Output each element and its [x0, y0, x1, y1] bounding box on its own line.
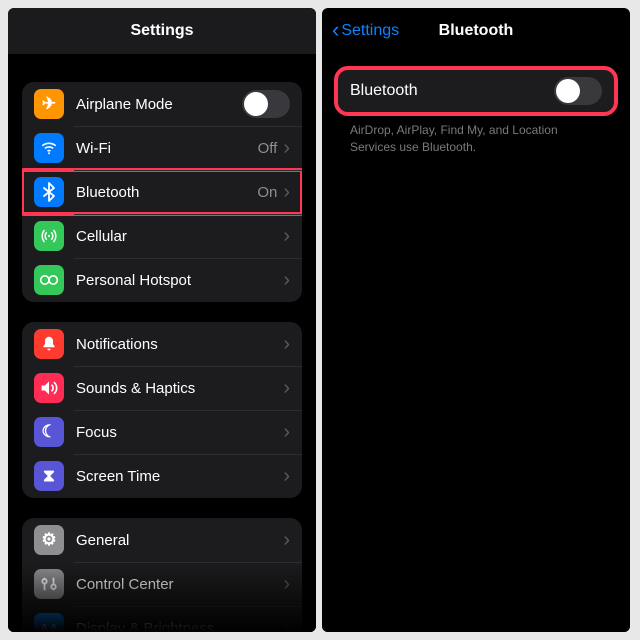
- row-value: On: [257, 184, 277, 201]
- settings-group: Notifications›Sounds & Haptics›☾Focus›⧗S…: [22, 322, 302, 498]
- settings-row-focus[interactable]: ☾ Focus›: [22, 410, 302, 454]
- settings-row-screen-time[interactable]: ⧗ Screen Time›: [22, 454, 302, 498]
- settings-header: Settings: [8, 8, 316, 54]
- row-label: Bluetooth: [76, 184, 257, 201]
- back-label: Settings: [341, 22, 399, 40]
- row-label: General: [76, 532, 283, 549]
- row-label: Screen Time: [76, 468, 283, 485]
- notifications-icon: [34, 329, 64, 359]
- settings-list[interactable]: ✈Airplane ModeWi-FiOff›BluetoothOn›Cellu…: [8, 54, 316, 632]
- settings-row-personal-hotspot[interactable]: Personal Hotspot›: [22, 258, 302, 302]
- chevron-right-icon: ›: [283, 334, 290, 354]
- bluetooth-row-label: Bluetooth: [350, 82, 554, 100]
- cellular-icon: [34, 221, 64, 251]
- settings-row-control-center[interactable]: Control Center›: [22, 562, 302, 606]
- wifi-icon: [34, 133, 64, 163]
- settings-row-notifications[interactable]: Notifications›: [22, 322, 302, 366]
- chevron-left-icon: ‹: [332, 19, 339, 41]
- settings-row-airplane-mode[interactable]: ✈ Airplane Mode: [22, 82, 302, 126]
- bluetooth-screen: ‹ Settings Bluetooth Bluetooth AirDrop, …: [322, 8, 630, 632]
- chevron-right-icon: ›: [283, 270, 290, 290]
- chevron-right-icon: ›: [283, 466, 290, 486]
- airplane-icon: ✈: [34, 89, 64, 119]
- toggle[interactable]: [242, 90, 290, 118]
- chevron-right-icon: ›: [283, 378, 290, 398]
- row-value: Off: [258, 140, 278, 157]
- back-button[interactable]: ‹ Settings: [332, 21, 399, 41]
- row-label: Wi-Fi: [76, 140, 258, 157]
- bluetooth-header: ‹ Settings Bluetooth: [322, 8, 630, 54]
- row-label: Cellular: [76, 228, 283, 245]
- settings-row-sounds-haptics[interactable]: Sounds & Haptics›: [22, 366, 302, 410]
- screentime-icon: ⧗: [34, 461, 64, 491]
- focus-icon: ☾: [34, 417, 64, 447]
- row-label: Notifications: [76, 336, 283, 353]
- chevron-right-icon: ›: [283, 574, 290, 594]
- settings-screen: Settings ✈Airplane ModeWi-FiOff›Bluetoot…: [8, 8, 316, 632]
- bluetooth-body: Bluetooth AirDrop, AirPlay, Find My, and…: [322, 54, 630, 632]
- settings-row-bluetooth[interactable]: BluetoothOn ›: [22, 170, 302, 214]
- chevron-right-icon: ›: [283, 226, 290, 246]
- controlcenter-icon: [34, 569, 64, 599]
- sounds-icon: [34, 373, 64, 403]
- settings-row-cellular[interactable]: Cellular›: [22, 214, 302, 258]
- row-label: Sounds & Haptics: [76, 380, 283, 397]
- display-icon: AA: [34, 613, 64, 632]
- settings-row-general[interactable]: ⚙ General›: [22, 518, 302, 562]
- row-label: Focus: [76, 424, 283, 441]
- chevron-right-icon: ›: [283, 618, 290, 632]
- row-label: Personal Hotspot: [76, 272, 283, 289]
- row-label: Airplane Mode: [76, 96, 242, 113]
- chevron-right-icon: ›: [283, 182, 290, 202]
- row-label: Display & Brightness: [76, 620, 283, 633]
- bluetooth-toggle-row[interactable]: Bluetooth: [336, 68, 616, 114]
- settings-row-wi-fi[interactable]: Wi-FiOff ›: [22, 126, 302, 170]
- bluetooth-toggle[interactable]: [554, 77, 602, 105]
- row-label: Control Center: [76, 576, 283, 593]
- chevron-right-icon: ›: [283, 138, 290, 158]
- bluetooth-icon: [34, 177, 64, 207]
- settings-title: Settings: [130, 22, 193, 40]
- settings-group: ✈Airplane ModeWi-FiOff›BluetoothOn›Cellu…: [22, 82, 302, 302]
- bluetooth-toggle-group: Bluetooth: [336, 68, 616, 114]
- bluetooth-footer-note: AirDrop, AirPlay, Find My, and Location …: [336, 114, 616, 156]
- hotspot-icon: [34, 265, 64, 295]
- chevron-right-icon: ›: [283, 422, 290, 442]
- settings-group: ⚙General›Control Center›AADisplay & Brig…: [22, 518, 302, 632]
- chevron-right-icon: ›: [283, 530, 290, 550]
- general-icon: ⚙: [34, 525, 64, 555]
- settings-row-display-brightness[interactable]: AA Display & Brightness›: [22, 606, 302, 632]
